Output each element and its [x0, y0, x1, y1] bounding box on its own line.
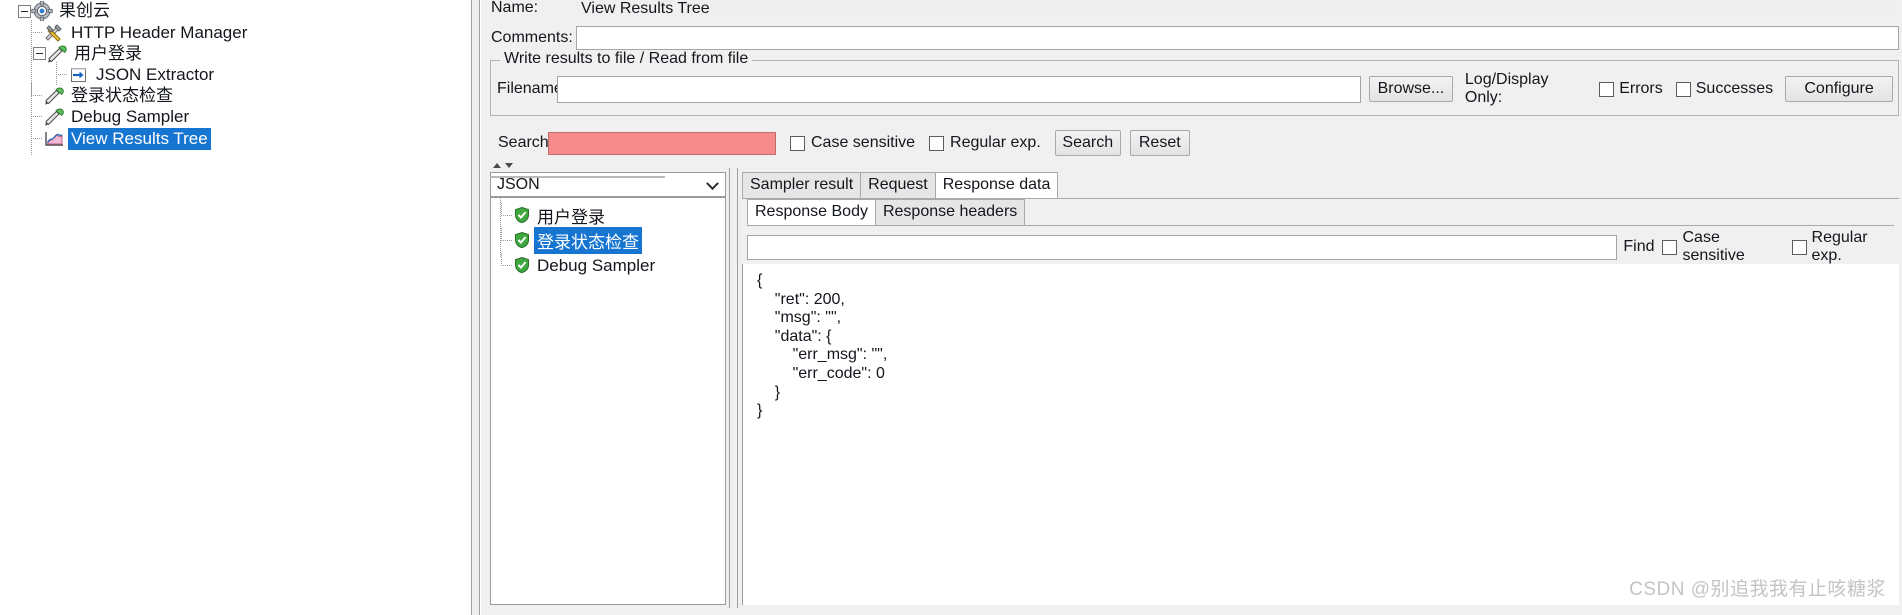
- response-body-text: { "ret": 200, "msg": "", "data": { "err_…: [757, 272, 888, 420]
- find-case-sensitive-checkbox[interactable]: [1662, 239, 1678, 255]
- find-case-sensitive-label: Case sensitive: [1682, 229, 1745, 264]
- search-case-sensitive-label: Case sensitive: [811, 134, 916, 151]
- tree-expand-toggle-icon[interactable]: [18, 4, 31, 18]
- search-bar-row: Search: Case sensitive Regular exp. Sear…: [490, 128, 1899, 158]
- name-row: Name: View Results Tree: [491, 0, 1899, 19]
- write-results-group: Write results to file / Read from file F…: [490, 50, 1899, 116]
- tab-sampler-result[interactable]: Sampler result: [742, 172, 862, 198]
- tree-expand-toggle-icon[interactable]: [33, 47, 46, 60]
- result-item-user-login[interactable]: 用户登录: [491, 202, 725, 227]
- find-row: Find Case sensitive Regular exp.: [747, 229, 1897, 264]
- results-scrollbar-placeholder: [490, 176, 665, 178]
- tree-connector: [25, 125, 43, 149]
- tree-node-label: 果创云: [59, 1, 110, 20]
- tab-response-data[interactable]: Response data: [934, 172, 1059, 198]
- view-results-tree-chart-icon: [43, 129, 65, 149]
- json-extractor-arrow-icon: [68, 65, 90, 85]
- filename-label: Filename: [497, 80, 563, 97]
- tree-node-debug-sampler[interactable]: Debug Sampler: [0, 103, 471, 127]
- tree-node-http-header-manager[interactable]: HTTP Header Manager: [0, 19, 471, 43]
- tree-node-label: 用户登录: [74, 43, 142, 63]
- search-input[interactable]: [548, 131, 776, 155]
- name-label: Name:: [491, 0, 539, 16]
- success-shield-icon: [513, 256, 531, 276]
- search-button[interactable]: Search: [1054, 130, 1121, 156]
- test-plan-gear-icon: [31, 0, 53, 22]
- tree-node-label: JSON Extractor: [96, 64, 215, 84]
- result-item-debug-sampler[interactable]: Debug Sampler: [491, 252, 725, 277]
- tree-node-user-login[interactable]: 用户登录: [0, 43, 471, 64]
- sampler-pipette-icon: [46, 44, 68, 64]
- tree-node-login-status-check[interactable]: 登录状态检查: [0, 82, 471, 106]
- subtab-response-headers[interactable]: Response headers: [874, 199, 1026, 225]
- chevron-down-icon: [706, 176, 719, 190]
- name-input[interactable]: View Results Tree: [576, 0, 1899, 19]
- tree-node-label: HTTP Header Manager: [71, 22, 248, 42]
- detail-subtabbar-underline: [747, 225, 1894, 226]
- tree-connector: [495, 227, 513, 251]
- tab-request[interactable]: Request: [860, 172, 936, 198]
- successes-checkbox[interactable]: [1675, 81, 1691, 97]
- split-collapse-arrows[interactable]: [493, 163, 513, 168]
- tree-node-json-extractor[interactable]: JSON Extractor: [0, 61, 471, 85]
- tree-node-test-plan[interactable]: 果创云: [0, 0, 471, 22]
- tree-node-view-results-tree[interactable]: View Results Tree: [0, 125, 471, 150]
- search-case-sensitive-checkbox[interactable]: [790, 135, 805, 151]
- watermark: CSDN @别追我我有止咳糖浆: [1629, 579, 1886, 600]
- results-tree-panel[interactable]: 用户登录 登录状态检查 Debug Sampler: [490, 197, 726, 605]
- write-results-group-title: Write results to file / Read from file: [500, 50, 753, 68]
- view-results-tree-editor: Name: View Results Tree Comments: Write …: [481, 0, 1902, 615]
- search-regular-exp-checkbox[interactable]: [929, 135, 945, 151]
- tree-connector: [495, 202, 513, 226]
- detail-subtabbar[interactable]: Response Body Response headers: [747, 199, 1026, 225]
- tree-connector: [25, 82, 43, 106]
- successes-label: Successes: [1695, 80, 1774, 97]
- browse-button[interactable]: Browse...: [1368, 76, 1453, 102]
- result-item-label: Debug Sampler: [537, 255, 656, 275]
- comments-label: Comments:: [491, 29, 573, 46]
- split-up-arrow-icon[interactable]: [493, 163, 501, 168]
- success-shield-icon: [513, 231, 531, 251]
- search-label: Search:: [498, 134, 554, 151]
- tree-node-label: Debug Sampler: [71, 106, 190, 126]
- sampler-pipette-icon: [43, 86, 65, 106]
- errors-label: Errors: [1619, 80, 1663, 97]
- test-plan-tree-panel[interactable]: 果创云 HTTP Header Manager 用户登录 JSON Extrac…: [0, 0, 471, 615]
- header-manager-tools-icon: [43, 23, 65, 43]
- reset-button[interactable]: Reset: [1129, 130, 1190, 156]
- result-item-login-status-check[interactable]: 登录状态检查: [491, 227, 725, 254]
- filename-input[interactable]: [557, 75, 1361, 103]
- search-regular-exp-label: Regular exp.: [950, 134, 1041, 151]
- tree-main-splitter[interactable]: [471, 0, 480, 615]
- detail-tabbar[interactable]: Sampler result Request Response data: [742, 172, 1059, 198]
- find-input[interactable]: [747, 234, 1618, 260]
- renderer-select-value: JSON: [497, 175, 540, 193]
- comments-input[interactable]: [576, 26, 1899, 50]
- split-down-arrow-icon[interactable]: [505, 163, 513, 168]
- tree-connector: [25, 19, 43, 43]
- success-shield-icon: [513, 206, 531, 226]
- comments-row: Comments:: [491, 25, 1899, 51]
- result-item-label: 用户登录: [537, 208, 605, 227]
- subtab-response-body[interactable]: Response Body: [747, 199, 876, 225]
- filename-row: Filename Browse... Log/Display Only: Err…: [497, 71, 1893, 106]
- tree-connector: [495, 252, 513, 276]
- errors-checkbox[interactable]: [1599, 81, 1615, 97]
- find-regular-exp-label: Regular exp.: [1811, 229, 1868, 264]
- tree-node-label: 登录状态检查: [71, 85, 173, 105]
- tree-connector: [50, 61, 68, 85]
- tree-node-label: View Results Tree: [68, 127, 211, 150]
- find-regular-exp-checkbox[interactable]: [1791, 239, 1807, 255]
- response-body-viewer[interactable]: { "ret": 200, "msg": "", "data": { "err_…: [742, 264, 1899, 605]
- find-label: Find: [1623, 238, 1655, 255]
- result-item-label: 登录状态检查: [534, 227, 642, 254]
- configure-button[interactable]: Configure: [1785, 76, 1893, 102]
- log-display-only-label: Log/Display Only:: [1464, 71, 1549, 106]
- tree-connector: [25, 103, 43, 127]
- results-detail-splitter[interactable]: [729, 168, 738, 608]
- sampler-pipette-icon: [43, 107, 65, 127]
- jmeter-window: 果创云 HTTP Header Manager 用户登录 JSON Extrac…: [0, 0, 1902, 615]
